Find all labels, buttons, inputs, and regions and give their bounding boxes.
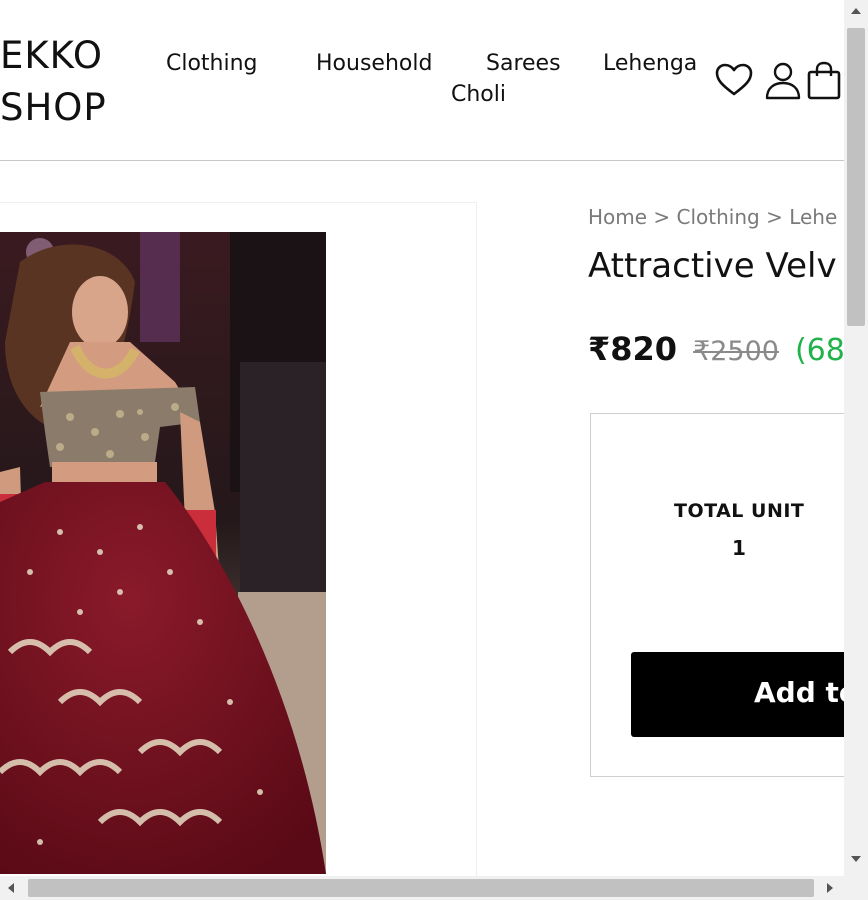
page-viewport: EKKO SHOP Clothing Household Sarees Lehe…: [0, 0, 844, 876]
scroll-left-arrow-icon[interactable]: [6, 882, 16, 894]
breadcrumb[interactable]: Home > Clothing > Lehe: [588, 205, 837, 229]
nav-clothing[interactable]: Clothing: [166, 51, 258, 76]
add-to-cart-button[interactable]: Add to: [631, 652, 844, 737]
discount-percent: (68: [794, 333, 844, 368]
nav-choli[interactable]: Choli: [451, 82, 506, 107]
heart-icon[interactable]: [712, 58, 756, 102]
total-unit-label: TOTAL UNIT: [674, 500, 805, 522]
scroll-right-arrow-icon[interactable]: [825, 882, 835, 894]
vertical-scroll-thumb[interactable]: [847, 28, 865, 326]
site-logo[interactable]: EKKO SHOP: [0, 30, 107, 134]
add-to-cart-label: Add to: [754, 676, 844, 709]
horizontal-scroll-thumb[interactable]: [28, 879, 814, 897]
header-divider: [0, 160, 844, 161]
scroll-up-arrow-icon[interactable]: [850, 6, 862, 16]
product-photo[interactable]: [0, 232, 326, 874]
sale-price: ₹820: [588, 330, 678, 368]
user-icon[interactable]: [761, 58, 805, 102]
price-row: ₹820 ₹2500 (68: [588, 330, 844, 368]
total-unit-value: 1: [732, 536, 746, 560]
nav-lehenga[interactable]: Lehenga: [603, 51, 697, 76]
scrollbar-corner: [844, 876, 868, 900]
product-title: Attractive Velv: [588, 246, 837, 286]
nav-sarees[interactable]: Sarees: [486, 51, 561, 76]
scroll-down-arrow-icon[interactable]: [850, 854, 862, 864]
shopping-bag-icon[interactable]: [803, 58, 844, 102]
original-price: ₹2500: [693, 336, 779, 367]
nav-household[interactable]: Household: [316, 51, 432, 76]
